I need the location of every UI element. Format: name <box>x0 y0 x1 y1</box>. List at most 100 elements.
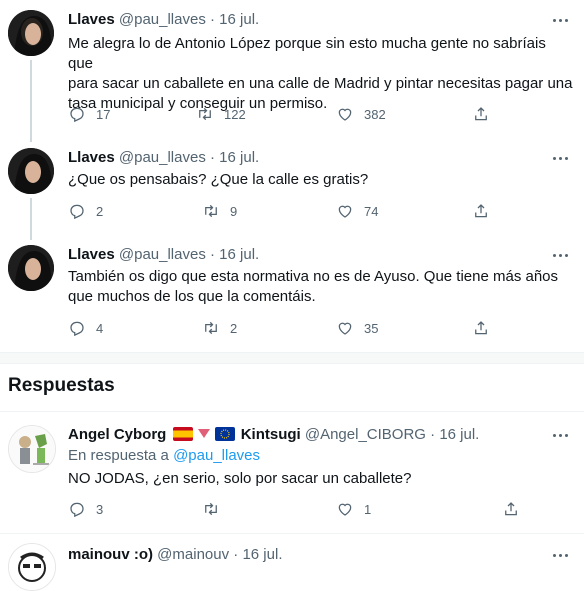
more-icon[interactable] <box>550 152 570 164</box>
tweet-actions: 17 122 382 <box>68 105 498 125</box>
tweet-date[interactable]: 16 jul. <box>219 149 259 166</box>
tweet-date[interactable]: 16 jul. <box>219 246 259 263</box>
tweet-date[interactable]: 16 jul. <box>219 11 259 28</box>
like-button[interactable]: 1 <box>336 500 371 518</box>
author-handle[interactable]: @pau_llaves <box>119 246 206 263</box>
reply-button[interactable]: 2 <box>68 202 103 220</box>
reply-icon <box>70 107 84 123</box>
separator: · <box>210 149 215 166</box>
avatar[interactable] <box>8 148 54 194</box>
share-button[interactable] <box>472 105 490 123</box>
retweet-icon <box>205 204 217 218</box>
like-icon <box>338 503 352 516</box>
section-title: Respuestas <box>8 375 115 396</box>
triangle-icon <box>197 429 210 438</box>
author-handle[interactable]: @mainouv <box>157 546 229 563</box>
tweet-text: ¿Que os pensabais? ¿Que la calle es grat… <box>68 170 573 190</box>
tweet-date[interactable]: 16 jul. <box>242 546 282 563</box>
avatar[interactable] <box>8 10 54 56</box>
tweet[interactable]: Llaves @pau_llaves · 16 jul. También os … <box>0 245 584 345</box>
author-name[interactable]: Angel Cyborg <box>68 426 166 443</box>
reply-count: 2 <box>96 203 104 219</box>
reply-button[interactable]: 4 <box>68 319 103 337</box>
retweet-count: 122 <box>224 106 246 122</box>
tweet-actions: 3 1 <box>68 500 517 520</box>
author-handle[interactable]: @pau_llaves <box>119 11 206 28</box>
tweet-text: NO JODAS, ¿en serio, solo por sacar un c… <box>68 469 573 489</box>
retweet-button[interactable]: 122 <box>196 105 246 123</box>
like-button[interactable]: 74 <box>336 202 378 220</box>
retweet-count: 2 <box>230 320 238 336</box>
separator: · <box>210 246 215 263</box>
retweet-count: 9 <box>230 203 238 219</box>
reply-count: 3 <box>96 501 104 517</box>
tweet-text-line: También os digo que esta normativa no es… <box>68 268 559 285</box>
retweet-button[interactable]: 2 <box>202 319 237 337</box>
reply-icon <box>70 321 84 337</box>
author-name[interactable]: Llaves <box>68 11 115 28</box>
reply-tweet[interactable]: Angel Cyborg Kintsugi @Angel_CIBORG · 16… <box>0 425 584 525</box>
share-icon <box>475 204 487 218</box>
author-name[interactable]: mainouv :o) <box>68 546 153 563</box>
share-button[interactable] <box>472 319 490 337</box>
more-icon[interactable] <box>550 549 570 561</box>
divider <box>0 533 584 534</box>
tweet-text-line: para sacar un caballete en una calle de … <box>68 75 573 92</box>
tweet-header: Llaves @pau_llaves · 16 jul. <box>68 148 259 168</box>
reply-button[interactable]: 3 <box>68 500 103 518</box>
more-icon[interactable] <box>550 429 570 441</box>
divider <box>0 411 584 412</box>
author-handle[interactable]: @Angel_CIBORG <box>305 426 426 443</box>
share-button[interactable] <box>502 500 520 518</box>
tweet-text-line: que muchos de los que la comentáis. <box>68 288 316 305</box>
tweet-date[interactable]: 16 jul. <box>439 426 479 443</box>
spain-flag-icon <box>172 427 193 441</box>
like-count: 74 <box>364 203 379 219</box>
reply-tweet[interactable]: mainouv :o) @mainouv · 16 jul. <box>0 543 584 591</box>
retweet-button[interactable] <box>202 500 230 518</box>
more-icon[interactable] <box>550 249 570 261</box>
share-icon <box>475 107 487 121</box>
tweet-header: Angel Cyborg Kintsugi @Angel_CIBORG · 16… <box>68 425 479 445</box>
reply-count: 4 <box>96 320 104 336</box>
tweet-text-line: NO JODAS, ¿en serio, solo por sacar un c… <box>68 470 412 487</box>
avatar[interactable] <box>8 245 54 291</box>
separator: · <box>233 546 239 563</box>
tweet-header: Llaves @pau_llaves · 16 jul. <box>68 245 259 265</box>
reply-button[interactable]: 17 <box>68 105 110 123</box>
reply-icon <box>70 502 84 518</box>
tweet-text: También os digo que esta normativa no es… <box>68 267 573 307</box>
retweet-icon <box>205 502 217 516</box>
retweet-button[interactable]: 9 <box>202 202 237 220</box>
avatar[interactable] <box>8 543 56 591</box>
more-icon[interactable] <box>550 14 570 26</box>
tweet-text-line: ¿Que os pensabais? ¿Que la calle es grat… <box>68 171 369 188</box>
tweet[interactable]: Llaves @pau_llaves · 16 jul. Me alegra l… <box>0 10 584 130</box>
tweet[interactable]: Llaves @pau_llaves · 16 jul. ¿Que os pen… <box>0 148 584 223</box>
like-icon <box>338 205 352 218</box>
separator: · <box>430 426 436 443</box>
reply-target-link[interactable]: @pau_llaves <box>173 447 260 464</box>
like-count: 35 <box>364 320 379 336</box>
retweet-icon <box>205 321 217 335</box>
share-button[interactable] <box>472 202 490 220</box>
tweet-actions: 2 9 74 <box>68 202 498 222</box>
like-button[interactable]: 382 <box>336 105 386 123</box>
tweet-actions: 4 2 35 <box>68 319 498 339</box>
like-icon <box>338 322 352 335</box>
like-button[interactable]: 35 <box>336 319 378 337</box>
tweet-header: Llaves @pau_llaves · 16 jul. <box>68 10 259 30</box>
author-handle[interactable]: @pau_llaves <box>119 149 206 166</box>
tweet-header: mainouv :o) @mainouv · 16 jul. <box>68 545 282 565</box>
author-name-secondary[interactable]: Kintsugi <box>241 426 301 443</box>
tweet-text-line: Me alegra lo de Antonio López porque sin… <box>68 35 546 72</box>
like-count: 1 <box>364 501 372 517</box>
author-name[interactable]: Llaves <box>68 149 115 166</box>
reply-prefix: En respuesta a <box>68 447 169 464</box>
author-name[interactable]: Llaves <box>68 246 115 263</box>
separator: · <box>210 11 215 28</box>
retweet-icon <box>199 107 211 121</box>
reply-context: En respuesta a @pau_llaves <box>68 447 260 464</box>
share-icon <box>475 321 487 335</box>
avatar[interactable] <box>8 425 56 473</box>
